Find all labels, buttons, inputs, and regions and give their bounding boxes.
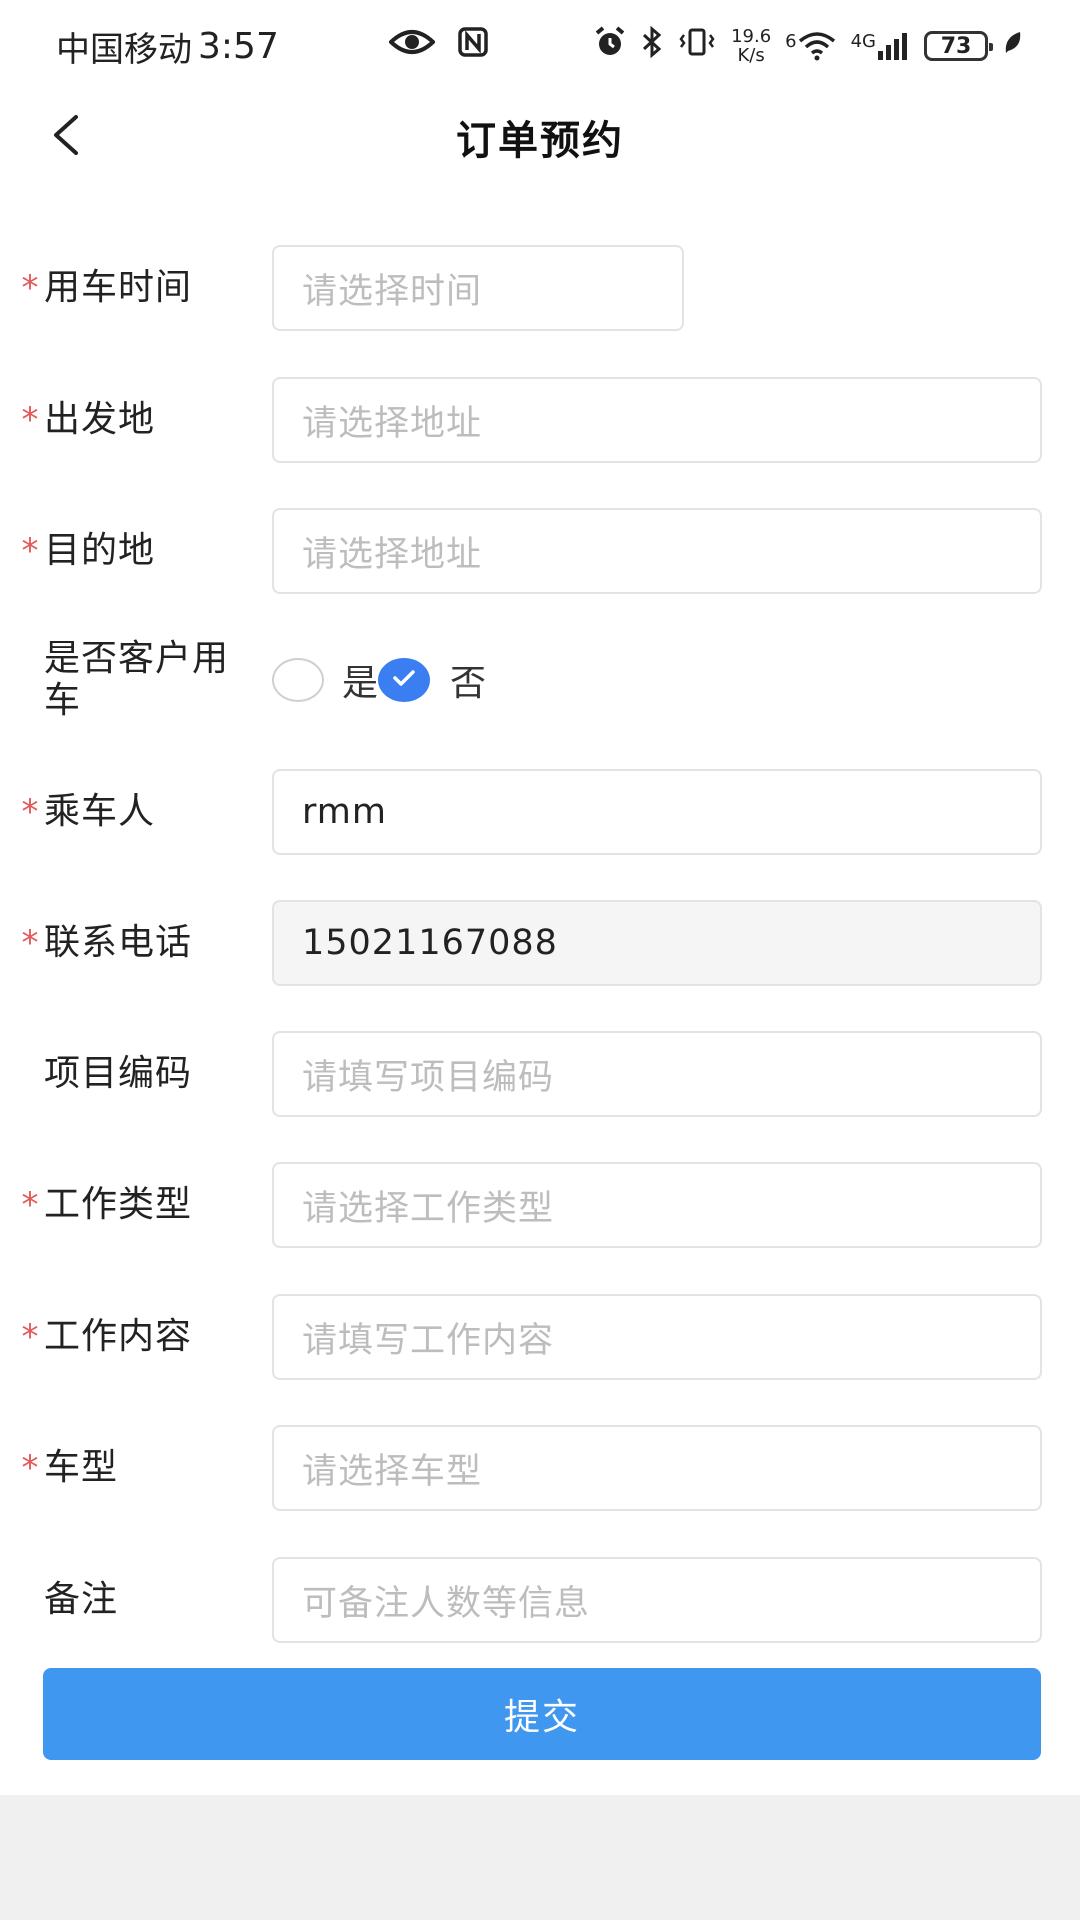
checkmark-icon (391, 668, 417, 692)
label-project-code: 项目编码 (44, 1053, 193, 1094)
remarks-placeholder: 可备注人数等信息 (302, 1583, 591, 1624)
phone-input[interactable]: 15021167088 (272, 900, 1042, 986)
label-phone: 联系电话 (44, 922, 193, 963)
passenger-value: rmm (302, 792, 387, 832)
label-destination: 目的地 (44, 530, 156, 571)
required-mark: * (21, 400, 39, 440)
form-row-project-code: 项目编码 请填写项目编码 (0, 1031, 1080, 1117)
status-right: 19.6 K/s 6 4G 73 (593, 25, 1024, 67)
wifi-badge: 6 (785, 31, 797, 52)
destination-input[interactable]: 请选择地址 (272, 508, 1042, 594)
eye-icon (387, 26, 436, 66)
radio-yes-label[interactable]: 是 (342, 654, 378, 706)
net-speed-value: 19.6 (731, 26, 772, 47)
label-remarks: 备注 (44, 1579, 119, 1620)
label-passenger: 乘车人 (44, 791, 156, 832)
radio-yes[interactable] (272, 658, 324, 702)
label-departure: 出发地 (44, 399, 156, 440)
form-row-phone: * 联系电话 15021167088 (0, 900, 1080, 986)
remarks-input[interactable]: 可备注人数等信息 (272, 1557, 1042, 1643)
signal-icon: 4G (851, 31, 910, 61)
label-time: 用车时间 (44, 267, 193, 308)
work-content-input[interactable]: 请填写工作内容 (272, 1294, 1042, 1380)
nfc-icon (457, 26, 489, 67)
radio-no[interactable] (378, 658, 431, 702)
form-row-vehicle-type: * 车型 请选择车型 (0, 1425, 1080, 1511)
work-type-input[interactable]: 请选择工作类型 (272, 1162, 1042, 1248)
vehicle-type-placeholder: 请选择车型 (302, 1451, 483, 1492)
form-row-work-content: * 工作内容 请填写工作内容 (0, 1294, 1080, 1380)
form-row-time: * 用车时间 请选择时间 (0, 245, 1080, 331)
required-mark: * (21, 1317, 39, 1357)
back-button[interactable] (40, 112, 90, 162)
form-row-destination: * 目的地 请选择地址 (0, 508, 1080, 594)
status-left: 中国移动 3:57 (56, 22, 279, 71)
form-row-customer-use: 是否客户用车 是 否 (0, 637, 1080, 723)
status-time: 3:57 (198, 25, 279, 67)
form-row-passenger: * 乘车人 rmm (0, 769, 1080, 855)
net-speed-unit: K/s (737, 45, 765, 66)
project-code-placeholder: 请填写项目编码 (302, 1057, 555, 1098)
required-mark: * (21, 1448, 39, 1488)
submit-button[interactable]: 提交 (43, 1668, 1041, 1760)
phone-value: 15021167088 (302, 923, 558, 963)
nav-bar: 订单预约 (0, 92, 1080, 182)
leaf-icon (1002, 29, 1024, 64)
required-mark: * (21, 923, 39, 963)
form-row-remarks: 备注 可备注人数等信息 (0, 1557, 1080, 1643)
label-vehicle-type: 车型 (44, 1447, 119, 1488)
vehicle-type-input[interactable]: 请选择车型 (272, 1425, 1042, 1511)
departure-input[interactable]: 请选择地址 (272, 377, 1042, 463)
departure-placeholder: 请选择地址 (302, 403, 483, 444)
required-mark: * (21, 531, 39, 571)
required-mark: * (21, 792, 39, 832)
bottom-area (0, 1795, 1080, 1920)
alarm-icon (593, 25, 627, 67)
status-bar: 中国移动 3:57 19.6 K/s 6 4G 73 (0, 0, 1080, 92)
label-work-content: 工作内容 (44, 1316, 193, 1357)
form-row-departure: * 出发地 请选择地址 (0, 377, 1080, 463)
label-work-type: 工作类型 (44, 1184, 193, 1225)
time-placeholder: 请选择时间 (302, 271, 483, 312)
vibrate-icon (677, 27, 717, 65)
carrier-name: 中国移动 (56, 29, 192, 70)
label-customer-use: 是否客户用车 (44, 638, 230, 721)
page-title: 订单预约 (456, 118, 624, 164)
customer-use-radio-group: 是 否 (272, 637, 486, 723)
wifi-icon: 6 (785, 31, 836, 61)
destination-placeholder: 请选择地址 (302, 534, 483, 575)
passenger-input[interactable]: rmm (272, 769, 1042, 855)
status-mid (387, 26, 489, 67)
radio-no-label[interactable]: 否 (450, 654, 486, 706)
work-type-placeholder: 请选择工作类型 (302, 1188, 555, 1229)
form-row-work-type: * 工作类型 请选择工作类型 (0, 1162, 1080, 1248)
time-picker-input[interactable]: 请选择时间 (272, 245, 684, 331)
required-mark: * (21, 268, 39, 308)
project-code-input[interactable]: 请填写项目编码 (272, 1031, 1042, 1117)
battery-indicator: 73 (924, 31, 993, 61)
work-content-placeholder: 请填写工作内容 (302, 1320, 555, 1361)
required-mark: * (21, 1185, 39, 1225)
chevron-left-icon (50, 113, 80, 161)
net-speed: 19.6 K/s (731, 27, 771, 65)
bluetooth-icon (641, 25, 663, 66)
signal-badge: 4G (850, 31, 876, 52)
